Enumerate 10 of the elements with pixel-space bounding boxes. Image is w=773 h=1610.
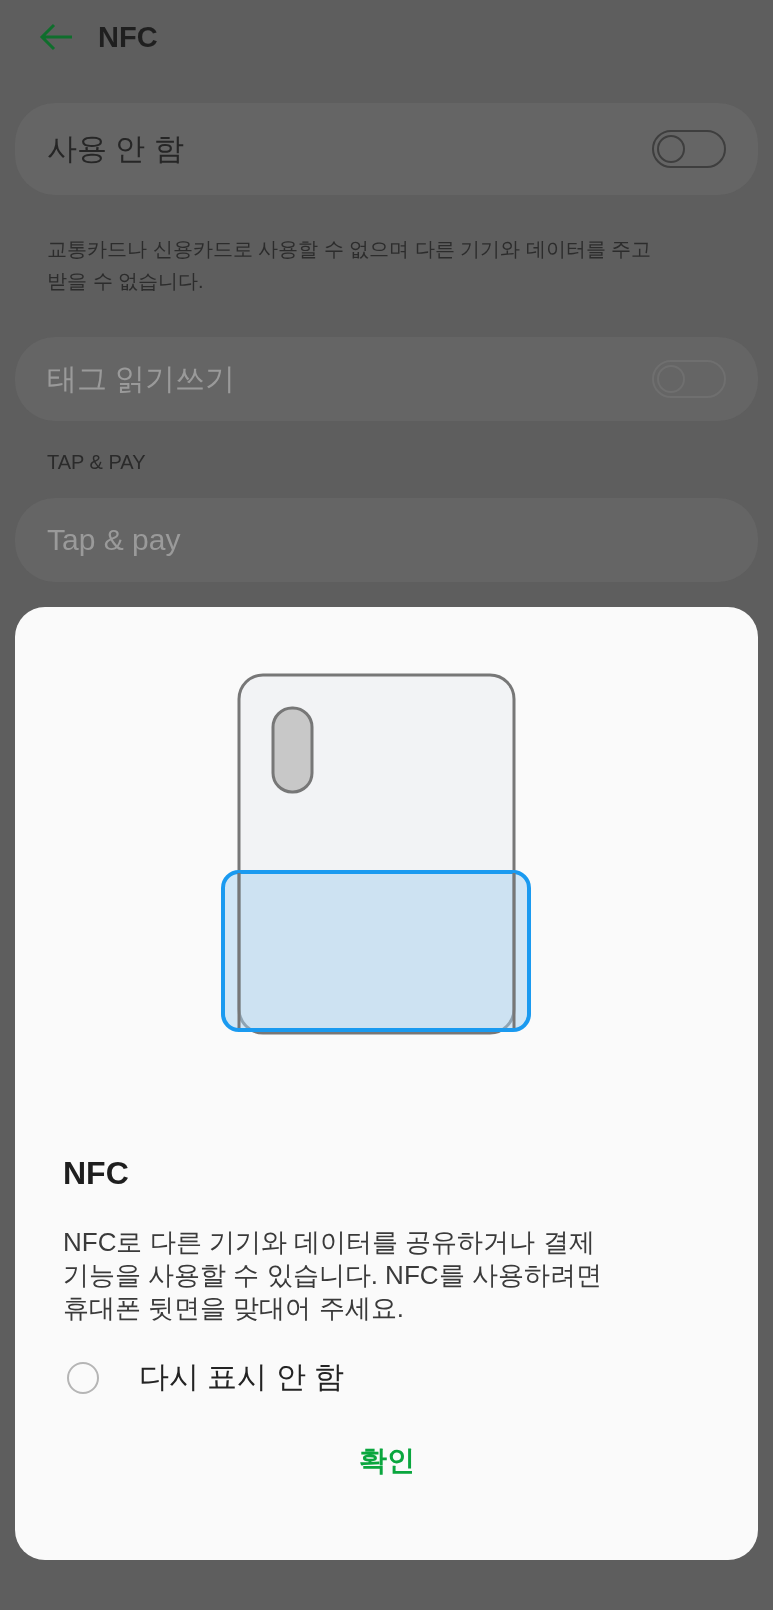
- radio-label[interactable]: 다시 표시 안 함: [139, 1357, 344, 1398]
- confirm-button[interactable]: 확인: [338, 1436, 435, 1486]
- setting-label: 사용 안 함: [47, 130, 184, 167]
- page-title: NFC: [98, 20, 158, 54]
- dialog-title: NFC: [63, 1155, 130, 1192]
- dialog-message: NFC로 다른 기기와 데이터를 공유하거나 결제 기능을 사용할 수 있습니다. NFC를 사용하려면 휴대폰 뒷면을 맞대어 주세요.: [63, 1226, 603, 1325]
- setting-card[interactable]: 사용 안 함: [15, 103, 758, 195]
- radio-button[interactable]: [67, 1361, 99, 1394]
- toggle-switch[interactable]: [652, 130, 726, 168]
- back-icon[interactable]: [38, 22, 74, 52]
